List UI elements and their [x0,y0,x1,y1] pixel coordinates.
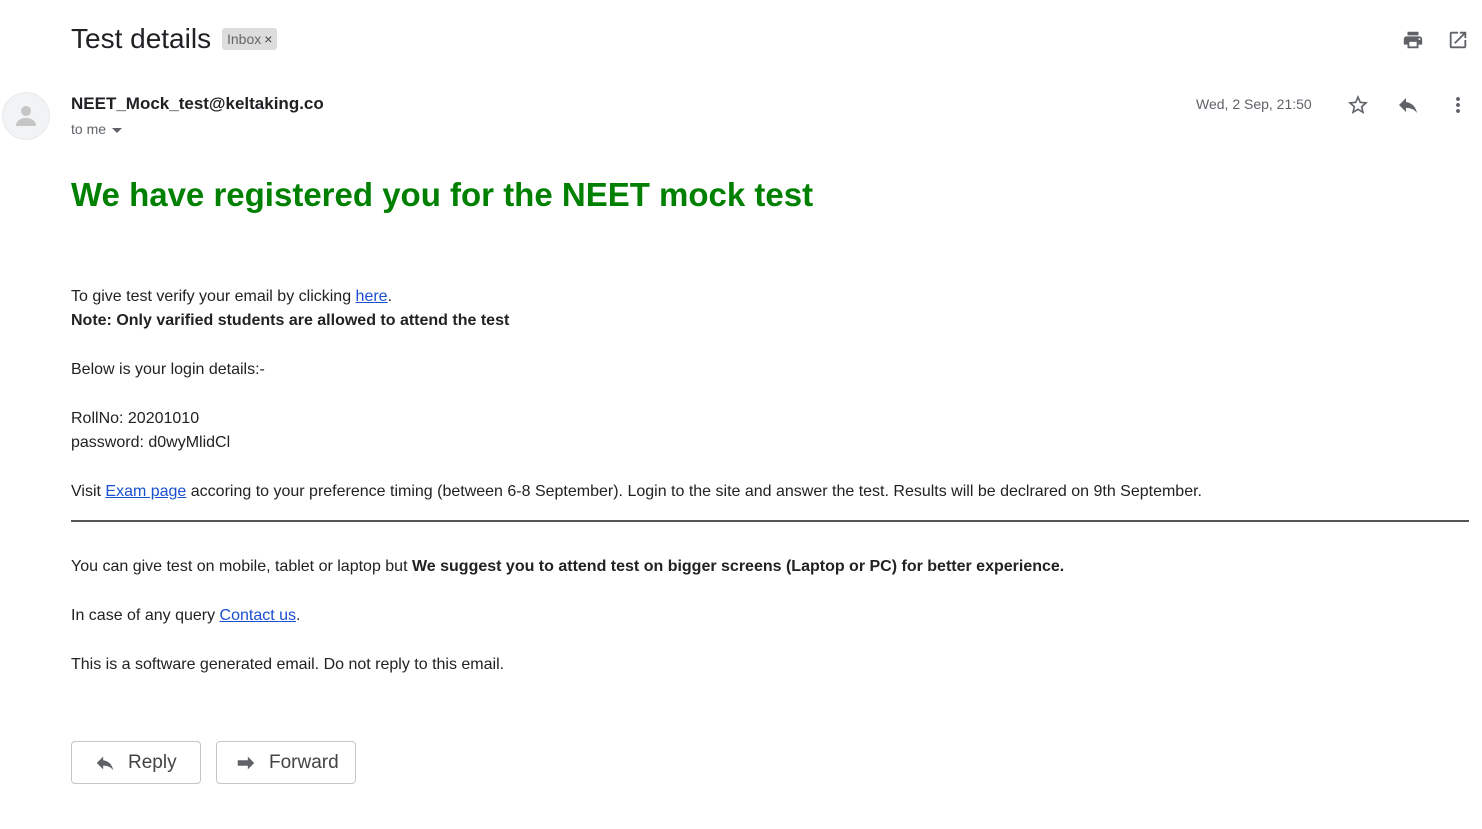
contact-us-link[interactable]: Contact us [220,607,296,624]
horizontal-divider [71,520,1469,522]
label-chip-text: Inbox [227,31,262,47]
roll-number: RollNo: 20201010 [71,410,200,427]
person-icon [16,106,36,126]
chevron-down-icon [112,127,123,133]
visit-suffix: accoring to your preference timing (betw… [186,483,1202,500]
reply-button-label: Reply [128,751,177,773]
email-subject: Test details [71,23,212,54]
reply-icon [96,756,114,770]
forward-button-label: Forward [269,751,339,773]
login-intro: Below is your login details:- [71,361,265,378]
auto-generated-note: This is a software generated email. Do n… [71,656,505,673]
sender-address[interactable]: NEET_Mock_test@keltaking.co [71,94,324,114]
forward-icon [237,756,255,769]
remove-label-button[interactable]: × [264,31,272,47]
verify-suffix: . [387,288,393,305]
reply-icon[interactable] [1395,92,1421,118]
query-suffix: . [296,607,301,624]
query-prefix: In case of any query [71,607,220,624]
verify-prefix: To give test verify your email by clicki… [71,288,356,305]
more-vertical-icon[interactable] [1445,92,1471,118]
message-date: Wed, 2 Sep, 21:50 [1196,96,1312,112]
print-icon[interactable] [1400,27,1426,53]
forward-button[interactable]: Forward [216,741,356,784]
devices-prefix: You can give test on mobile, tablet or l… [71,558,412,575]
verify-line: To give test verify your email by clicki… [71,287,392,307]
visit-line: Visit Exam page accoring to your prefere… [71,482,1202,502]
open-in-new-window-icon[interactable] [1445,27,1471,53]
star-icon[interactable] [1345,92,1371,118]
devices-suggestion: We suggest you to attend test on bigger … [411,558,1065,575]
sender-avatar [2,92,50,140]
inbox-label-chip[interactable]: Inbox × [222,28,278,50]
query-line: In case of any query Contact us. [71,606,300,626]
visit-prefix: Visit [71,483,106,500]
reply-button[interactable]: Reply [71,741,201,784]
verify-here-link[interactable]: here [356,288,388,305]
recipient-details-toggle[interactable]: to me [71,121,123,137]
email-headline: We have registered you for the NEET mock… [71,176,814,213]
verification-note: Note: Only varified students are allowed… [71,312,510,329]
password-line: password: d0wyMlidCl [71,434,231,451]
devices-line: You can give test on mobile, tablet or l… [71,557,1064,577]
recipient-text: to me [71,121,107,137]
exam-page-link[interactable]: Exam page [105,483,186,500]
